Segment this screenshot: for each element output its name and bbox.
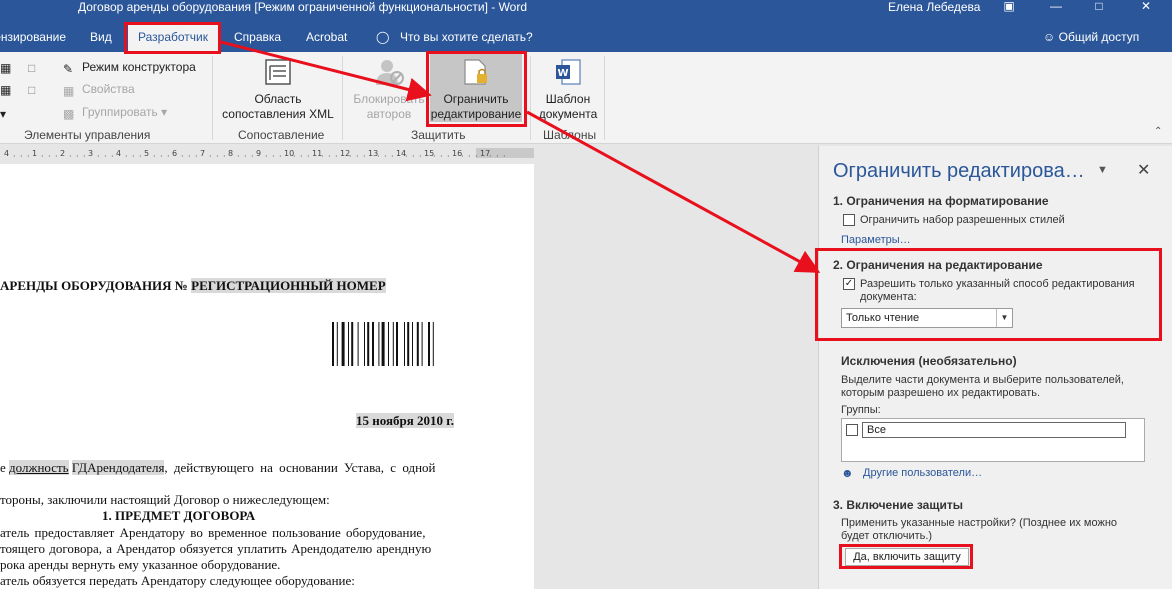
annotation-arrows [220, 40, 821, 273]
arrow-developer-to-restrict [220, 40, 432, 102]
arrow-restrict-to-pane [526, 110, 821, 273]
